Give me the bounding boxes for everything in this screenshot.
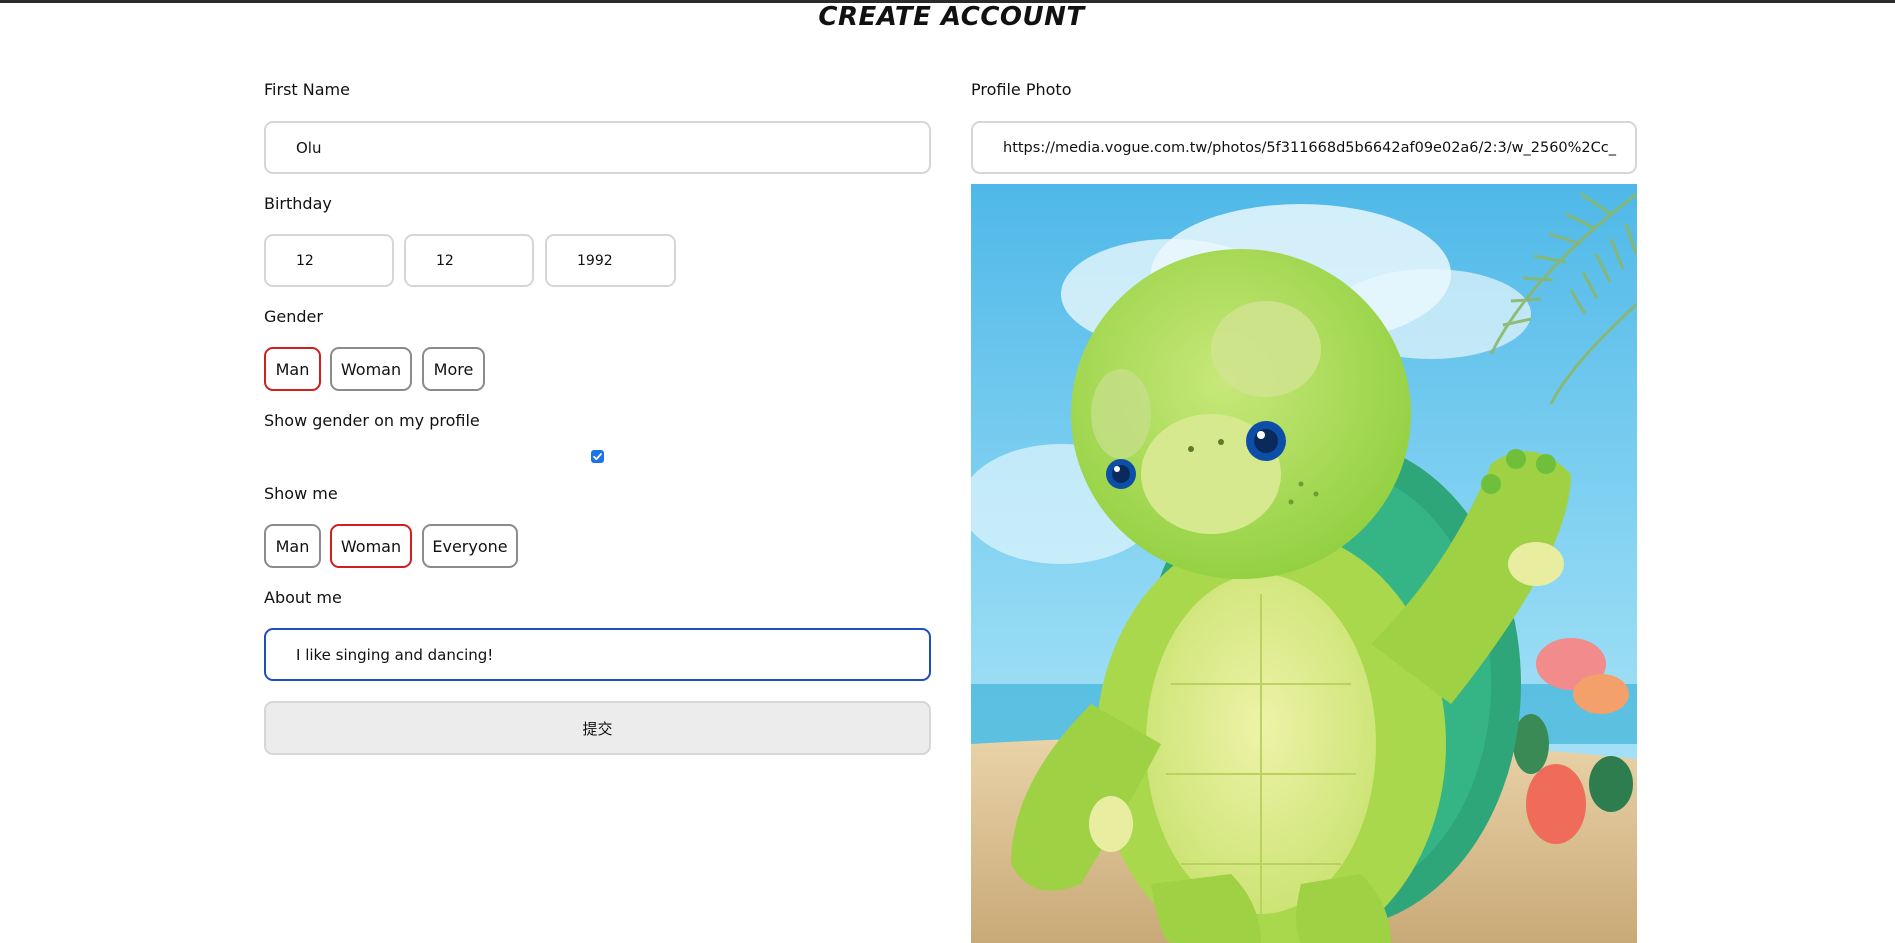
gender-label: Gender [264,307,323,326]
show-gender-label: Show gender on my profile [264,411,480,430]
profile-photo-label: Profile Photo [971,80,1072,99]
gender-option-more[interactable]: More [422,347,485,391]
check-icon [593,453,602,461]
birthday-month-input[interactable]: 12 [404,234,534,287]
about-me-label: About me [264,588,342,607]
show-me-option-woman[interactable]: Woman [330,524,412,568]
show-gender-checkbox[interactable] [591,450,604,463]
gender-option-woman[interactable]: Woman [330,347,412,391]
birthday-label: Birthday [264,194,332,213]
about-me-input[interactable]: I like singing and dancing! [264,628,931,681]
submit-button[interactable]: 提交 [264,701,931,755]
page-title: CREATE ACCOUNT [818,2,1085,32]
profile-photo-preview [971,184,1637,943]
show-me-option-man[interactable]: Man [264,524,321,568]
first-name-input[interactable]: Olu [264,121,931,174]
birthday-year-input[interactable]: 1992 [545,234,676,287]
first-name-label: First Name [264,80,350,99]
gender-option-man[interactable]: Man [264,347,321,391]
turtle-plush-photo [971,184,1637,943]
profile-photo-url-input[interactable]: https://media.vogue.com.tw/photos/5f3116… [971,121,1637,174]
show-me-label: Show me [264,484,338,503]
birthday-day-input[interactable]: 12 [264,234,394,287]
show-me-option-everyone[interactable]: Everyone [422,524,518,568]
